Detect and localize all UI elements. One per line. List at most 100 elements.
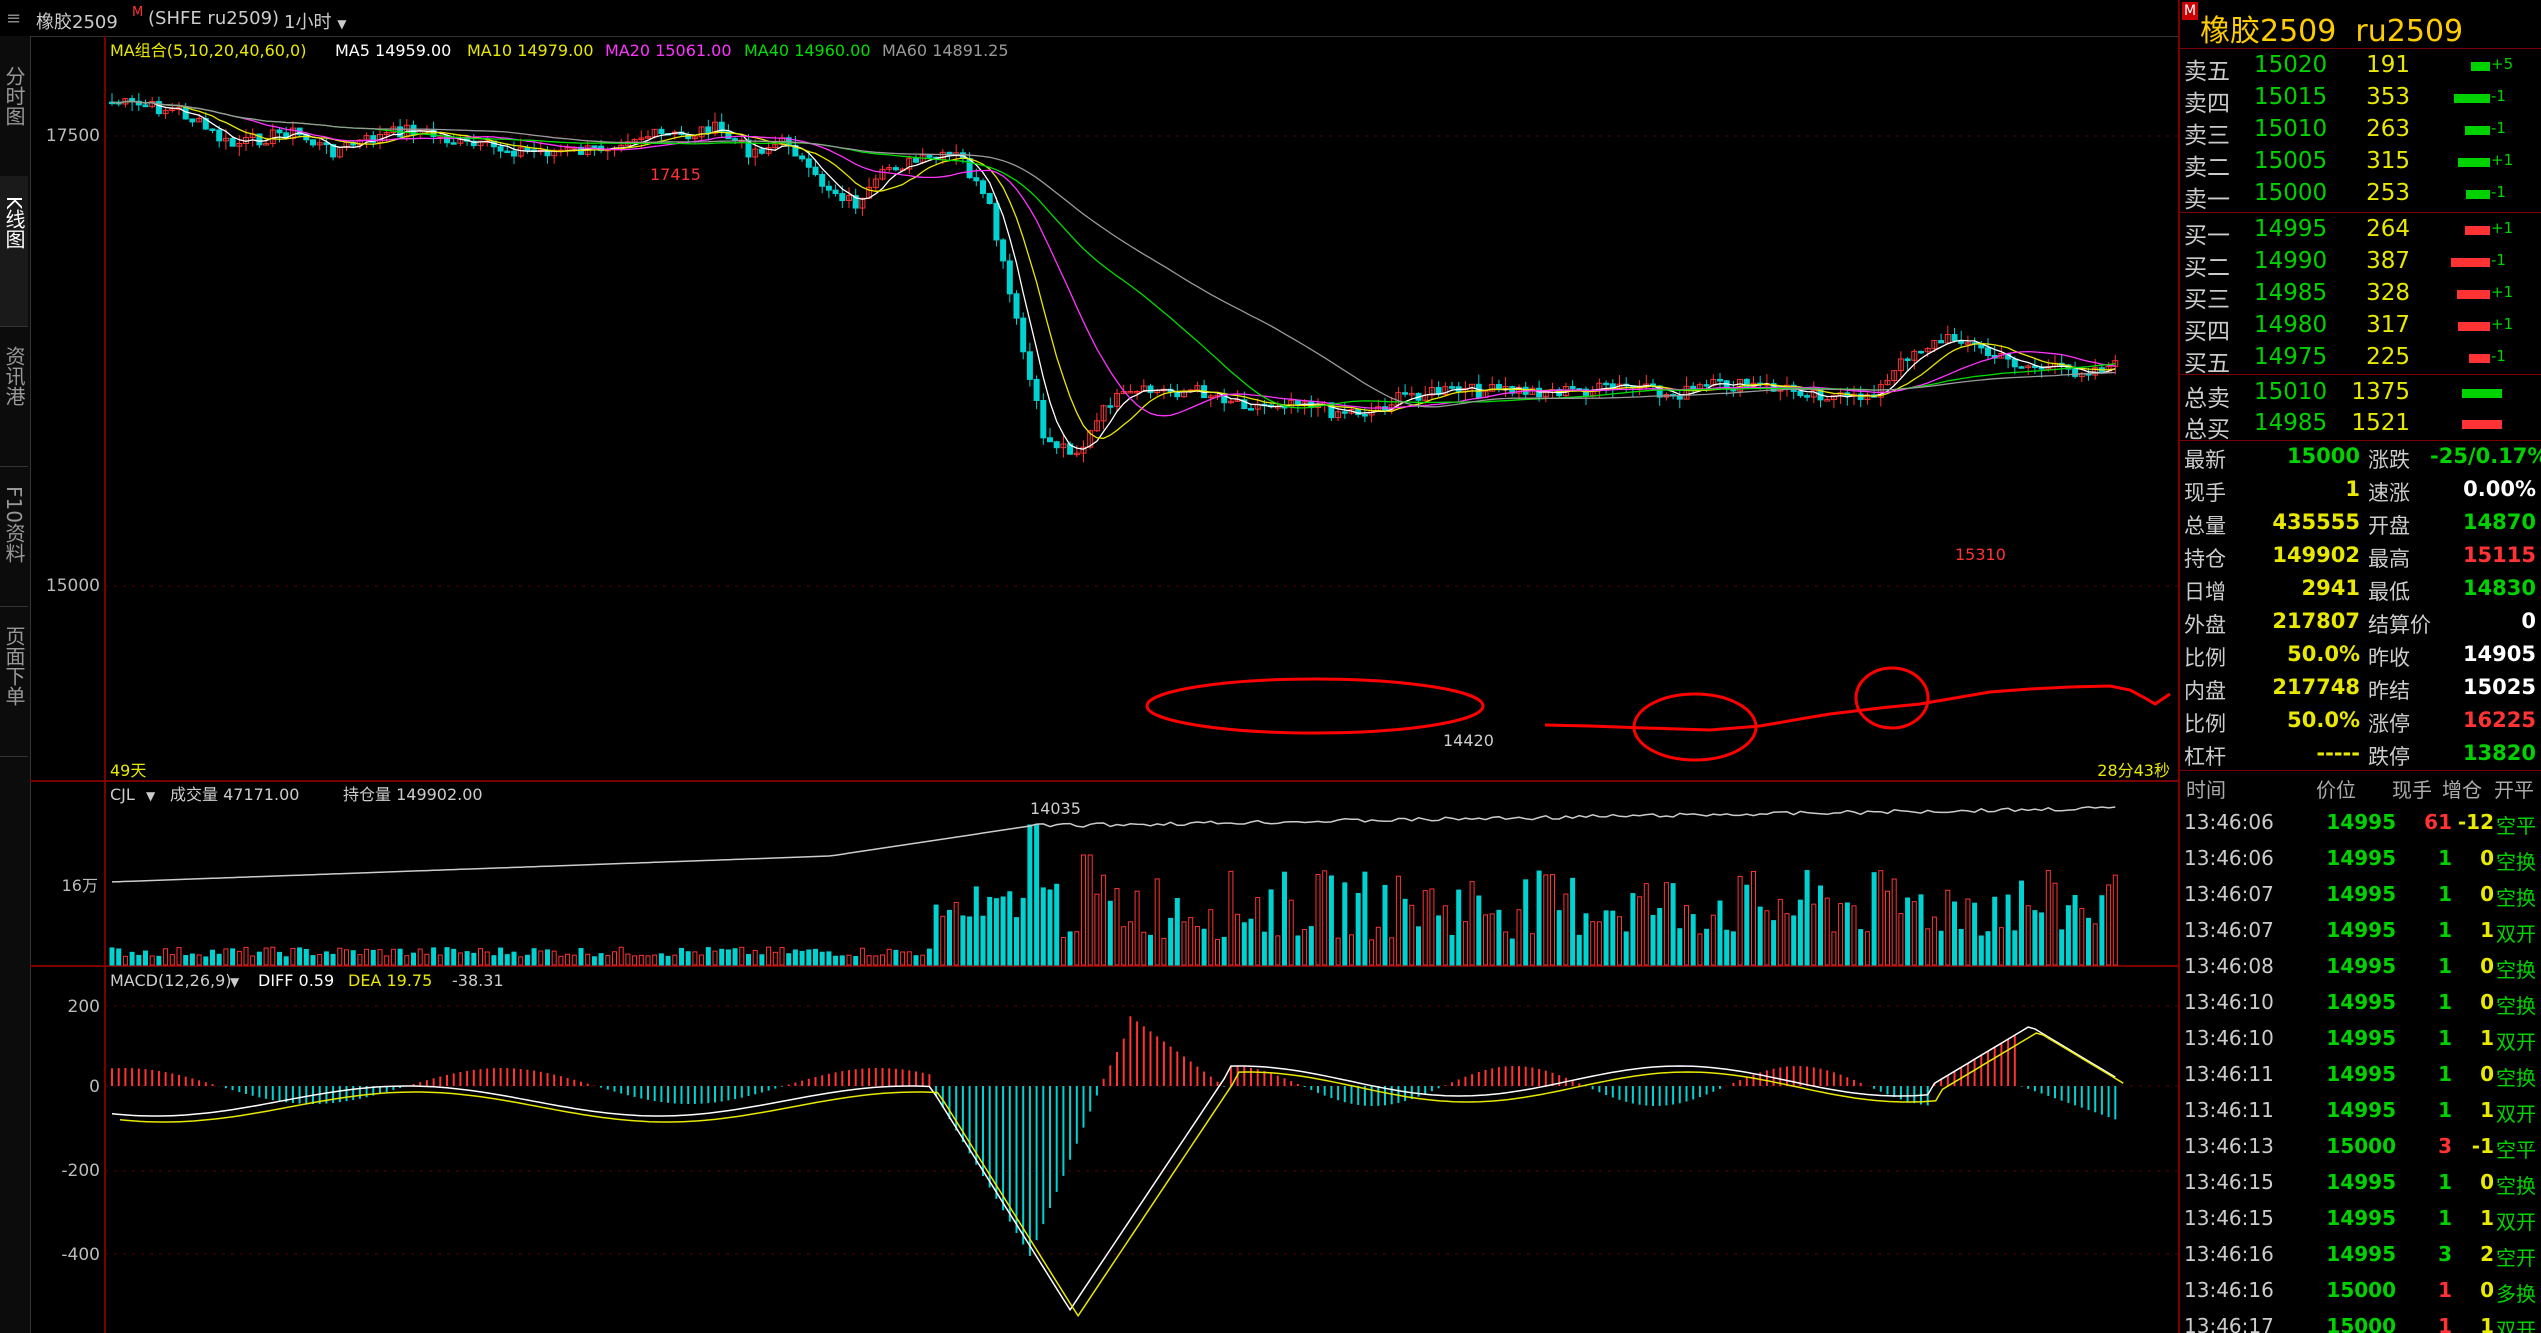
recent-high-label: 15310	[1955, 545, 2006, 564]
bid-row[interactable]: 买四 14980 317 +1	[2180, 310, 2541, 345]
volume-bar	[612, 951, 617, 966]
stat-label: 比例	[2184, 646, 2226, 670]
volume-bar	[1087, 854, 1093, 966]
ask-label: 卖五	[2184, 59, 2230, 85]
period-selector[interactable]: 1小时 ▼	[284, 8, 346, 34]
candle-body	[1569, 385, 1576, 390]
volume-bar	[672, 954, 678, 966]
candle-body	[511, 150, 517, 157]
volume-bar	[1610, 910, 1616, 966]
tick-header: 时间 价位 现手 增仓 开平	[2180, 770, 2541, 804]
tab-order[interactable]: 页面下单	[0, 606, 28, 757]
volume-bar	[250, 955, 256, 966]
tick-time: 13:46:07	[2184, 882, 2274, 906]
tick-list[interactable]: 13:46:06 14995 61 -12 空平 13:46:06 14995 1 0 空换 13:…	[2180, 804, 2541, 1333]
chart-area[interactable]: MA组合(5,10,20,40,60,0) MA5 14959.00 MA10 …	[30, 36, 2178, 1333]
volume-bar	[1027, 824, 1033, 966]
instrument-title: 橡胶2509	[36, 12, 118, 33]
candle-body	[1402, 392, 1409, 395]
volume-bar	[444, 947, 450, 966]
tick-header-time: 时间	[2186, 778, 2226, 802]
volume-bar	[1342, 882, 1348, 966]
volume-bar	[2059, 929, 2065, 966]
volume-bar	[1550, 874, 1555, 966]
tab-timeshare[interactable]: 分时图	[0, 36, 28, 177]
volume-bar	[1141, 931, 1147, 966]
stat-label: 现手	[2184, 481, 2226, 505]
volume-bars	[109, 824, 2118, 966]
volume-bar	[1476, 895, 1482, 966]
volume-bar	[484, 951, 490, 966]
volume-bar	[578, 948, 584, 966]
tick-oi-change: 1	[2480, 1098, 2494, 1122]
ask-row[interactable]: 卖二 15005 315 +1	[2180, 146, 2541, 181]
volume-bar	[645, 955, 651, 966]
volume-bar	[658, 953, 664, 966]
volume-bar	[886, 948, 892, 966]
ask-row[interactable]: 卖四 15015 353 -1	[2180, 82, 2541, 117]
volume-bar	[1208, 909, 1214, 966]
volume-bar	[478, 948, 483, 966]
volume-bar	[1643, 883, 1649, 966]
stat-label: 涨跌	[2368, 448, 2410, 472]
tick-oi-change: 0	[2480, 1062, 2494, 1086]
stat-value: 217748	[2272, 675, 2360, 699]
bid-row[interactable]: 买五 14975 225 -1	[2180, 342, 2541, 377]
tick-row: 13:46:06 14995 1 0 空换	[2180, 840, 2541, 876]
volume-bar	[1261, 931, 1267, 966]
volume-bar	[1998, 927, 2004, 966]
ma60-line	[111, 100, 2116, 408]
tick-price: 15000	[2326, 1134, 2396, 1158]
stat-label: 涨停	[2368, 712, 2410, 736]
volume-bar	[712, 950, 718, 966]
volume-bar	[725, 949, 731, 966]
bid-row[interactable]: 买一 14995 264 +1	[2180, 214, 2541, 249]
ask-change: +5	[2491, 55, 2514, 73]
volume-bar	[545, 949, 550, 966]
ask-row[interactable]: 卖三 15010 263 -1	[2180, 114, 2541, 149]
volume-bar	[136, 954, 142, 966]
bid-change: +1	[2491, 219, 2514, 237]
volume-bar	[1824, 897, 1830, 966]
tab-kline[interactable]: K线图	[0, 176, 28, 327]
volume-bar	[1168, 917, 1174, 966]
ask-row[interactable]: 卖一 15000 253 -1	[2180, 178, 2541, 213]
ma60-label: MA60 14891.25	[882, 41, 1009, 60]
volume-bar	[297, 947, 303, 966]
bid-row[interactable]: 买二 14990 387 -1	[2180, 246, 2541, 281]
candle-body	[1857, 393, 1864, 401]
tab-label: F10资料	[2, 486, 26, 563]
volume-bar	[679, 947, 684, 966]
tick-time: 13:46:06	[2184, 846, 2274, 870]
bid-price: 14975	[2254, 344, 2328, 370]
tab-news[interactable]: 资讯港	[0, 326, 28, 467]
volume-y-tick: 16万	[62, 876, 98, 895]
volume-bar	[1201, 928, 1207, 966]
collapse-icon[interactable]: ≡	[6, 8, 21, 29]
volume-dropdown-icon[interactable]: ▼	[146, 789, 156, 803]
ask-row[interactable]: 卖五 15020 191 +5	[2180, 50, 2541, 85]
bid-row[interactable]: 买三 14985 328 +1	[2180, 278, 2541, 313]
candle-body	[1703, 384, 1710, 387]
tab-f10[interactable]: F10资料	[0, 466, 28, 607]
volume-bar	[1047, 889, 1053, 966]
volume-bar	[330, 953, 336, 966]
volume-bar	[1134, 890, 1140, 966]
stat-value: 1	[2345, 477, 2360, 501]
volume-bar	[471, 952, 477, 966]
volume-bar	[524, 954, 530, 966]
macd-dropdown-icon[interactable]: ▼	[230, 975, 240, 989]
bid-depth-bar	[2465, 226, 2490, 235]
volume-bar	[1094, 893, 1100, 966]
y-tick-17500: 17500	[46, 126, 100, 146]
volume-bar	[2099, 895, 2105, 966]
tick-qty: 1	[2438, 1098, 2452, 1122]
volume-bar	[169, 954, 175, 966]
tick-header-price: 价位	[2316, 778, 2356, 802]
volume-bar	[1074, 931, 1080, 966]
volume-bar	[1483, 914, 1488, 966]
volume-bar	[987, 896, 993, 966]
volume-bar	[2032, 910, 2038, 966]
y-tick-15000: 15000	[46, 576, 100, 596]
volume-bar	[1375, 926, 1381, 966]
